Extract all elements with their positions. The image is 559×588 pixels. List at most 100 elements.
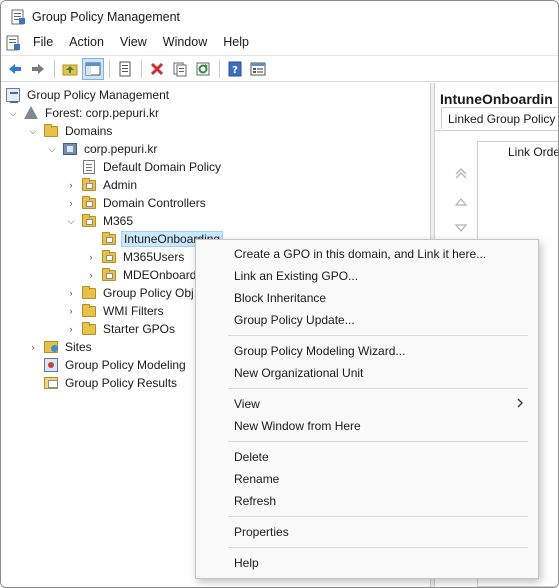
domains-folder-icon [43, 123, 59, 139]
tab-divider [435, 130, 558, 131]
submenu-chevron-right-icon [517, 398, 523, 408]
back-arrow-icon [9, 63, 21, 74]
move-down-icon[interactable] [454, 221, 468, 235]
tree-item-label: Group Policy Modeling [65, 358, 186, 372]
toolbar: ? [1, 55, 558, 82]
help-icon: ? [228, 61, 242, 76]
menu-item-label: Group Policy Modeling Wizard... [234, 344, 406, 358]
properties-button[interactable] [114, 58, 136, 80]
move-to-top-icon[interactable] [454, 167, 468, 181]
tree-item-label: Forest: corp.pepuri.kr [45, 106, 160, 120]
menu-item-create-gpo[interactable]: Create a GPO in this domain, and Link it… [196, 243, 538, 265]
tree-item-m365[interactable]: ⌵ M365 [65, 212, 135, 230]
tree-item-gpo-objects[interactable]: › Group Policy Obj [65, 284, 196, 302]
delete-button[interactable] [146, 58, 168, 80]
collapse-chevron-icon[interactable]: ⌵ [65, 215, 77, 227]
expand-chevron-icon[interactable]: › [65, 179, 77, 191]
tree-item-default-domain-policy[interactable]: Default Domain Policy [65, 158, 223, 176]
menu-item-rename[interactable]: Rename [196, 468, 538, 490]
menu-item-help[interactable]: Help [196, 552, 538, 574]
expand-chevron-icon[interactable]: › [85, 269, 97, 281]
tree-item-domain-controllers[interactable]: › Domain Controllers [65, 194, 208, 212]
expand-chevron-icon[interactable]: › [85, 251, 97, 263]
expand-chevron-icon[interactable]: › [27, 341, 39, 353]
help-button[interactable]: ? [224, 58, 246, 80]
tree-item-m365users[interactable]: › M365Users [85, 248, 186, 266]
menu-item-label: Link an Existing GPO... [234, 269, 359, 283]
tree-item-forest[interactable]: ⌵ Forest: corp.pepuri.kr [7, 104, 161, 122]
menu-file[interactable]: File [25, 32, 61, 53]
menu-item-view[interactable]: View [196, 393, 538, 415]
copy-button[interactable] [169, 58, 191, 80]
menu-item-label: Create a GPO in this domain, and Link it… [234, 247, 487, 261]
back-button[interactable] [4, 58, 26, 80]
menu-item-properties[interactable]: Properties [196, 521, 538, 543]
forward-button[interactable] [27, 58, 49, 80]
tree-item-label: Domain Controllers [103, 196, 206, 210]
tree-item-gp-results[interactable]: Group Policy Results [43, 374, 179, 392]
menu-action[interactable]: Action [61, 32, 112, 53]
tree-item-gp-modeling[interactable]: Group Policy Modeling [43, 356, 188, 374]
up-one-level-button[interactable] [59, 58, 81, 80]
collapse-chevron-icon[interactable]: ⌵ [27, 125, 39, 137]
menu-item-label: Refresh [234, 494, 277, 508]
menu-item-label: Help [234, 556, 259, 570]
tree-item-mdeonboard[interactable]: › MDEOnboard [85, 266, 198, 284]
view-options-button[interactable] [247, 58, 269, 80]
menu-separator [228, 516, 528, 517]
column-header-link-order[interactable]: Link Order [508, 145, 558, 159]
menu-view[interactable]: View [112, 32, 155, 53]
show-hide-console-tree-button[interactable] [82, 57, 104, 80]
menu-item-new-window[interactable]: New Window from Here [196, 415, 538, 437]
tree-item-wmi-filters[interactable]: › WMI Filters [65, 302, 166, 320]
tree-item-label: M365Users [123, 250, 185, 264]
toolbar-separator [141, 59, 142, 78]
expand-chevron-icon[interactable]: › [65, 323, 77, 335]
menu-item-delete[interactable]: Delete [196, 446, 538, 468]
mmc-view-icon [250, 62, 266, 75]
collapse-chevron-icon[interactable]: ⌵ [7, 107, 19, 119]
ou-folder-icon [81, 177, 97, 193]
menu-item-link-existing-gpo[interactable]: Link an Existing GPO... [196, 265, 538, 287]
expand-chevron-icon[interactable]: › [65, 197, 77, 209]
refresh-button[interactable] [192, 58, 214, 80]
menu-help[interactable]: Help [215, 32, 257, 53]
expand-chevron-icon[interactable]: › [65, 287, 77, 299]
tree-item-starter-gpos[interactable]: › Starter GPOs [65, 320, 177, 338]
menu-item-block-inheritance[interactable]: Block Inheritance [196, 287, 538, 309]
tab-linked-group-policy[interactable]: Linked Group Policy [441, 107, 558, 129]
tree-item-label: Domains [65, 124, 113, 138]
tree-item-gpm-root[interactable]: Group Policy Management [5, 86, 171, 104]
gp-modeling-icon [43, 357, 59, 373]
menu-item-label: New Organizational Unit [234, 366, 364, 380]
tree-item-admin[interactable]: › Admin [65, 176, 139, 194]
menu-item-new-ou[interactable]: New Organizational Unit [196, 362, 538, 384]
refresh-icon [196, 62, 210, 75]
up-folder-icon [62, 64, 78, 75]
menu-window[interactable]: Window [155, 32, 215, 53]
tree-item-domains[interactable]: ⌵ Domains [27, 122, 114, 140]
move-up-icon[interactable] [454, 195, 468, 209]
tree-item-label: Group Policy Obj [103, 286, 194, 300]
menu-item-gp-update[interactable]: Group Policy Update... [196, 309, 538, 331]
system-menu-icon[interactable] [5, 35, 21, 51]
tree-item-label: Starter GPOs [103, 322, 176, 336]
menu-item-label: Properties [234, 525, 289, 539]
collapse-chevron-icon[interactable]: ⌵ [46, 143, 58, 155]
gpm-icon [5, 87, 21, 103]
expand-chevron-icon[interactable]: › [65, 305, 77, 317]
folder-icon [81, 321, 97, 337]
tree-item-label: Group Policy Management [27, 88, 170, 102]
menu-item-refresh[interactable]: Refresh [196, 490, 538, 512]
delete-icon [150, 62, 164, 75]
menu-item-modeling-wizard[interactable]: Group Policy Modeling Wizard... [196, 340, 538, 362]
ou-folder-icon [101, 267, 117, 283]
folder-icon [81, 303, 97, 319]
app-window: Group Policy Management File Action View… [0, 0, 559, 588]
gpo-link-icon [81, 159, 97, 175]
tree-item-sites[interactable]: › Sites [27, 338, 94, 356]
toolbar-separator [109, 59, 110, 78]
tree-item-domain-corp[interactable]: ⌵ corp.pepuri.kr [46, 140, 159, 158]
menu-separator [228, 441, 528, 442]
forward-arrow-icon [32, 63, 44, 74]
